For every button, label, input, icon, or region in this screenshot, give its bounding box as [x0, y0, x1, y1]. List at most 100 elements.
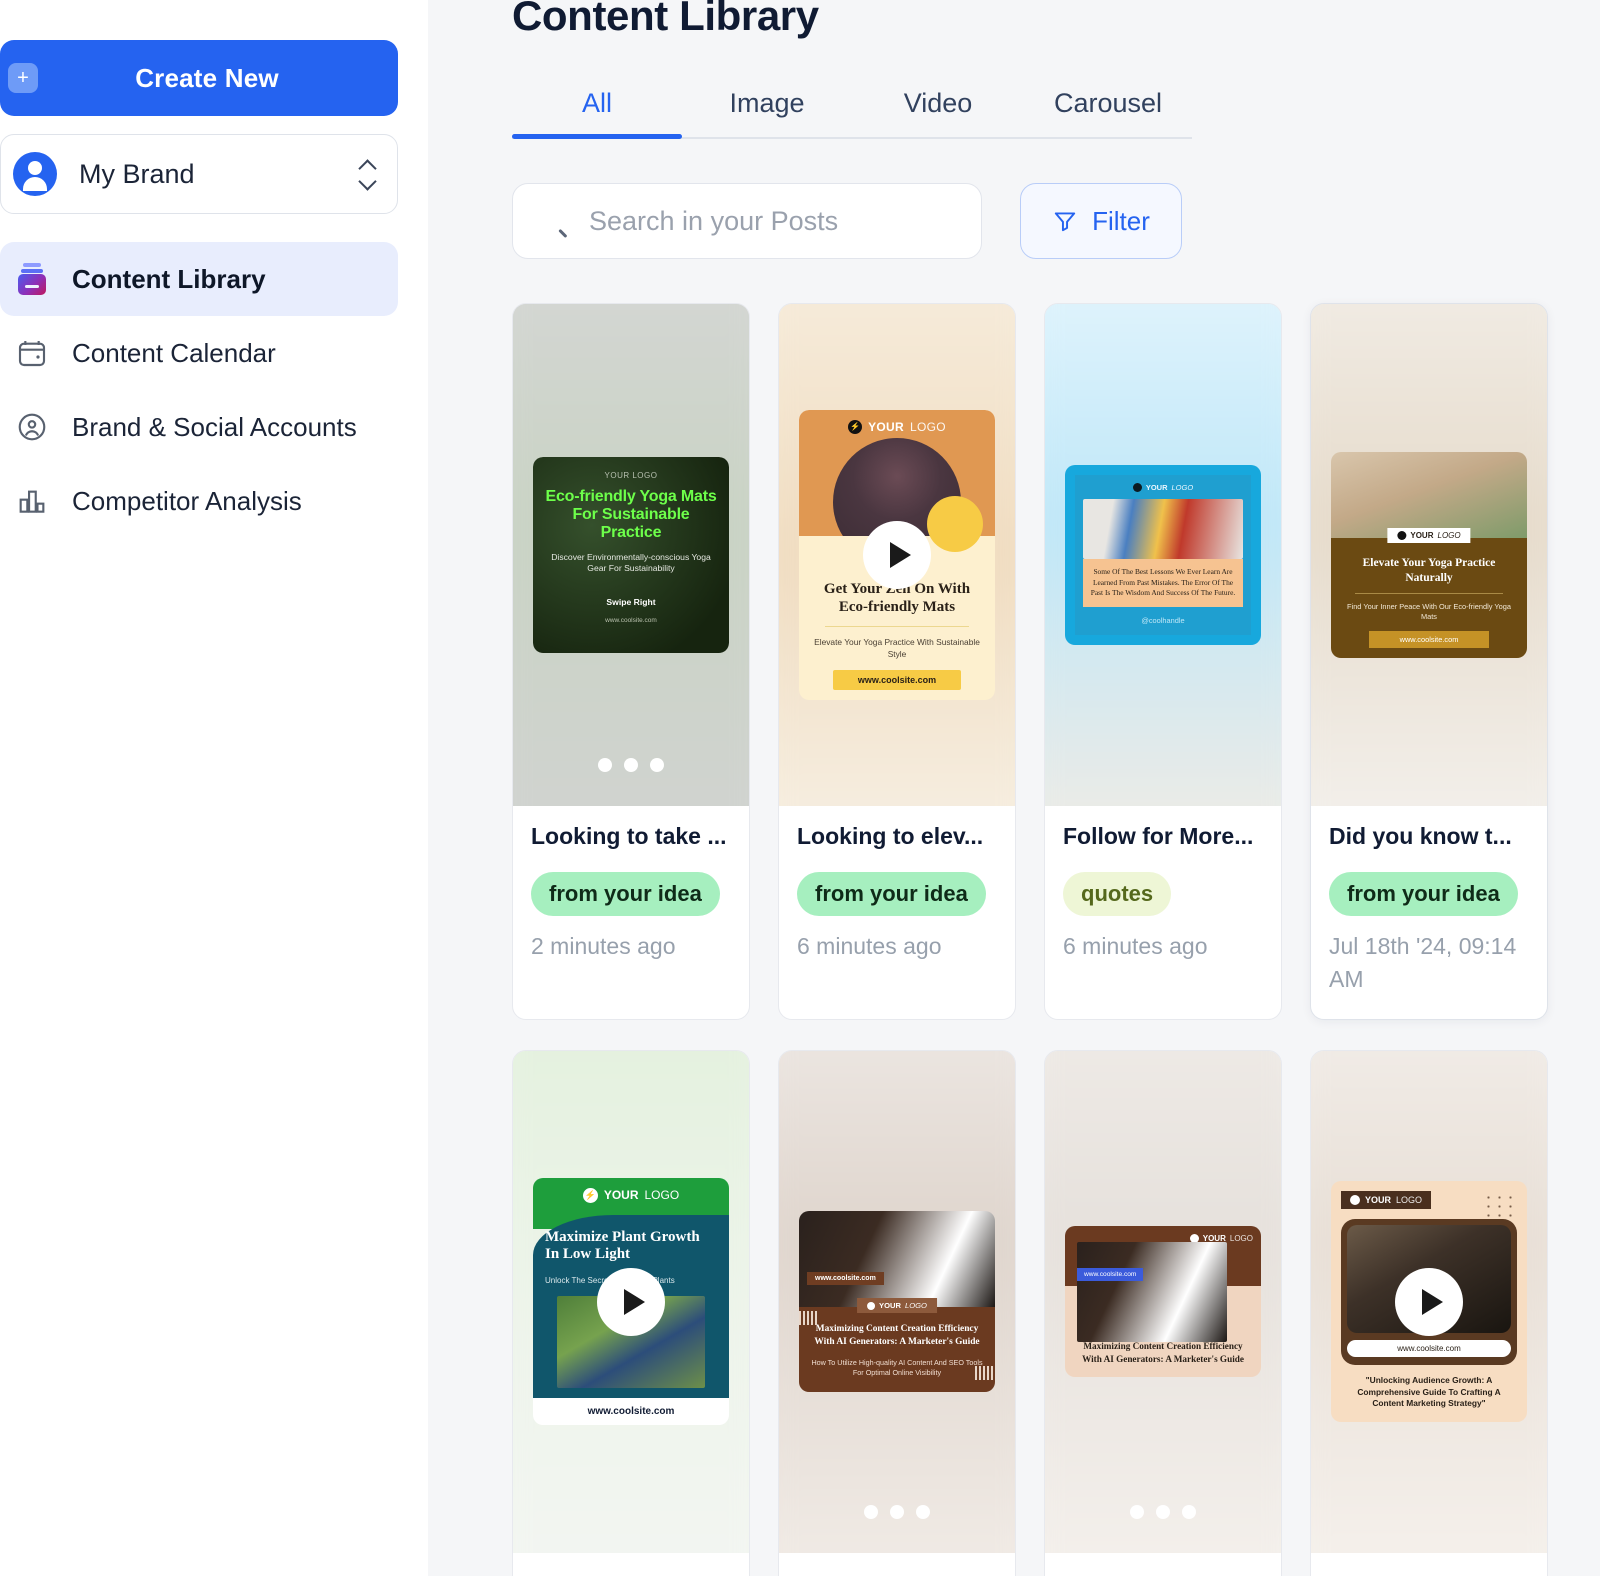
content-card[interactable]: YOUR LOGO www.coolsite.com Maximizing Con… [1044, 1049, 1282, 1576]
content-card[interactable]: www.coolsite.com YOUR LOGO Maximizing Con… [778, 1049, 1016, 1576]
card-timestamp: 6 minutes ago [797, 932, 942, 959]
sidebar-nav: Content Library Content Calendar Brand &… [0, 242, 428, 538]
play-button-icon[interactable] [863, 521, 931, 589]
card-meta: Follow for More... quotes 6 minutes ago [1045, 806, 1281, 985]
carousel-dots[interactable] [779, 1504, 1015, 1519]
creative-headline: Maximizing Content Creation Efficiency W… [1082, 1340, 1244, 1364]
creative-photo [1083, 498, 1243, 559]
sidebar: + Create New My Brand Content Library Co… [0, 0, 428, 1576]
card-thumbnail[interactable]: YOUR LOGO www.coolsite.com Maximizing Con… [1045, 1050, 1281, 1553]
creative-subtext: How To Utilize High-quality AI Content A… [811, 1357, 983, 1377]
barcode-decoration [975, 1366, 995, 1381]
content-card[interactable]: YOUR LOGO www.coolsite.com "Unlocking Aud… [1310, 1049, 1548, 1576]
content-library-icon [14, 261, 50, 297]
creative-logo: YOURLOGO [799, 419, 995, 434]
creative-logo: YOURLOGO [1387, 528, 1471, 544]
app-root: + Create New My Brand Content Library Co… [0, 0, 1600, 1576]
filter-button[interactable]: Filter [1020, 183, 1182, 259]
status-badge: quotes [1063, 871, 1172, 916]
creative-url: www.coolsite.com [1369, 630, 1489, 648]
card-timestamp: Jul 18th '24, 09:14 AM [1329, 932, 1517, 993]
create-new-button[interactable]: + Create New [0, 40, 398, 116]
content-card[interactable]: YOUR LOGO Elevate Your Yoga Practice Natu… [1310, 303, 1548, 1020]
filter-label: Filter [1092, 205, 1150, 236]
creative-preview: www.coolsite.com YOUR LOGO Maximizing Con… [799, 1211, 995, 1393]
creative-subtext: Elevate Your Yoga Practice With Sustaina… [814, 636, 980, 659]
content-card[interactable]: YOUR LOGO Some Of The Best Lessons We Eve… [1044, 303, 1282, 1020]
card-timestamp: 6 minutes ago [1063, 932, 1208, 959]
sidebar-item-label: Content Library [72, 263, 266, 294]
dot-pattern-decoration [1483, 1192, 1517, 1219]
carousel-dots[interactable] [513, 758, 749, 772]
calendar-icon [14, 335, 50, 371]
creative-headline: Maximizing Content Creation Efficiency W… [814, 1324, 980, 1347]
card-thumbnail[interactable]: YOUR LOGO Eco-friendly Yoga Mats For Sus… [513, 304, 749, 806]
creative-url: www.coolsite.com [833, 670, 961, 691]
content-grid: YOUR LOGO Eco-friendly Yoga Mats For Sus… [512, 303, 1600, 1576]
card-thumbnail[interactable]: YOURLOGO Get Your Zen On With Eco-friend… [779, 304, 1015, 806]
content-card[interactable]: YOURLOGO Maximize Plant Growth In Low Li… [512, 1049, 750, 1576]
sidebar-item-content-library[interactable]: Content Library [0, 242, 398, 316]
search-row: Search in your Posts Filter [512, 183, 1600, 259]
creative-logo: YOURLOGO [857, 1298, 937, 1314]
status-badge: from your idea [531, 871, 720, 916]
carousel-dots[interactable] [1045, 1504, 1281, 1519]
tab-image[interactable]: Image [682, 88, 852, 139]
creative-headline: Maximize Plant Growth In Low Light [545, 1228, 700, 1263]
status-badge: from your idea [1329, 871, 1518, 916]
creative-quote: Some Of The Best Lessons We Ever Learn A… [1083, 558, 1243, 608]
tab-all[interactable]: All [512, 88, 682, 139]
creative-preview: YOUR LOGO www.coolsite.com Maximizing Con… [1065, 1225, 1261, 1378]
card-meta: Did you know t... from your idea Jul 18t… [1311, 806, 1547, 1019]
creative-photo [1331, 452, 1527, 539]
creative-subtext: Find Your Inner Peace With Our Eco-frien… [1347, 602, 1511, 622]
creative-headline: "Unlocking Audience Growth: A Comprehens… [1357, 1374, 1501, 1409]
sidebar-item-label: Content Calendar [72, 337, 276, 368]
barcode-decoration [799, 1311, 819, 1326]
creative-photo: www.coolsite.com [1077, 1241, 1227, 1342]
tab-video[interactable]: Video [852, 88, 1024, 139]
content-card[interactable]: YOUR LOGO Eco-friendly Yoga Mats For Sus… [512, 303, 750, 1020]
create-new-label: Create New [135, 62, 279, 93]
creative-headline: Eco-friendly Yoga Mats For Sustainable P… [545, 488, 717, 541]
creative-logo: YOURLOGO [533, 1187, 729, 1203]
creative-cta: Swipe Right [606, 596, 656, 607]
tab-carousel[interactable]: Carousel [1024, 88, 1192, 139]
content-card[interactable]: YOURLOGO Get Your Zen On With Eco-friend… [778, 303, 1016, 1020]
creative-logo: YOUR LOGO [604, 471, 658, 480]
creative-logo: YOURLOGO [1083, 482, 1243, 492]
search-icon [539, 205, 571, 237]
sidebar-item-content-calendar[interactable]: Content Calendar [0, 316, 398, 390]
bar-chart-icon [14, 483, 50, 519]
play-button-icon[interactable] [597, 1267, 665, 1336]
sidebar-item-label: Brand & Social Accounts [72, 411, 357, 442]
sidebar-item-competitor-analysis[interactable]: Competitor Analysis [0, 464, 398, 538]
card-meta [1311, 1553, 1547, 1576]
creative-preview: YOUR LOGO Eco-friendly Yoga Mats For Sus… [533, 457, 729, 653]
creative-headline: Elevate Your Yoga Practice Naturally [1362, 557, 1496, 584]
creative-preview: YOUR LOGO Some Of The Best Lessons We Eve… [1065, 464, 1261, 646]
card-meta [779, 1553, 1015, 1576]
play-button-icon[interactable] [1395, 1267, 1463, 1336]
creative-url: www.coolsite.com [533, 1398, 729, 1426]
brand-selector[interactable]: My Brand [0, 134, 398, 214]
card-thumbnail[interactable]: www.coolsite.com YOUR LOGO Maximizing Con… [779, 1050, 1015, 1553]
card-thumbnail[interactable]: YOUR LOGO Elevate Your Yoga Practice Natu… [1311, 304, 1547, 806]
status-badge: from your idea [797, 871, 986, 916]
card-meta: Looking to elev... from your idea 6 minu… [779, 806, 1015, 985]
card-thumbnail[interactable]: YOURLOGO Maximize Plant Growth In Low Li… [513, 1050, 749, 1553]
card-thumbnail[interactable]: YOUR LOGO Some Of The Best Lessons We Eve… [1045, 304, 1281, 806]
card-caption: Did you know t... [1329, 823, 1512, 849]
search-input[interactable]: Search in your Posts [512, 183, 982, 259]
card-caption: Looking to elev... [797, 823, 984, 849]
brand-name: My Brand [79, 158, 195, 189]
card-caption: Looking to take ... [531, 823, 727, 849]
filter-funnel-icon [1052, 208, 1078, 234]
sidebar-item-brand-social-accounts[interactable]: Brand & Social Accounts [0, 390, 398, 464]
card-caption: Follow for More... [1063, 823, 1254, 849]
card-thumbnail[interactable]: YOUR LOGO www.coolsite.com "Unlocking Aud… [1311, 1050, 1547, 1553]
main-content: Content Library All Image Video Carousel… [428, 0, 1600, 1576]
search-placeholder: Search in your Posts [589, 205, 839, 236]
page-title: Content Library [512, 0, 819, 39]
creative-subtext: Discover Environmentally-conscious Yoga … [551, 551, 711, 574]
